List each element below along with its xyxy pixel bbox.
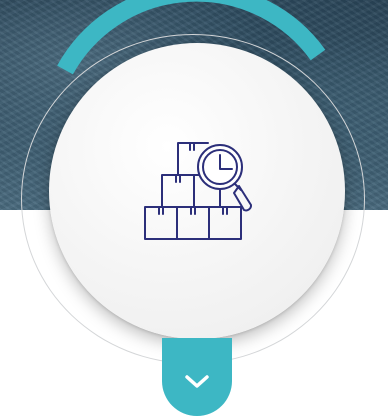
expand-button[interactable] (162, 338, 232, 416)
chevron-down-icon (185, 375, 209, 388)
inventory-search-icon (140, 135, 262, 243)
